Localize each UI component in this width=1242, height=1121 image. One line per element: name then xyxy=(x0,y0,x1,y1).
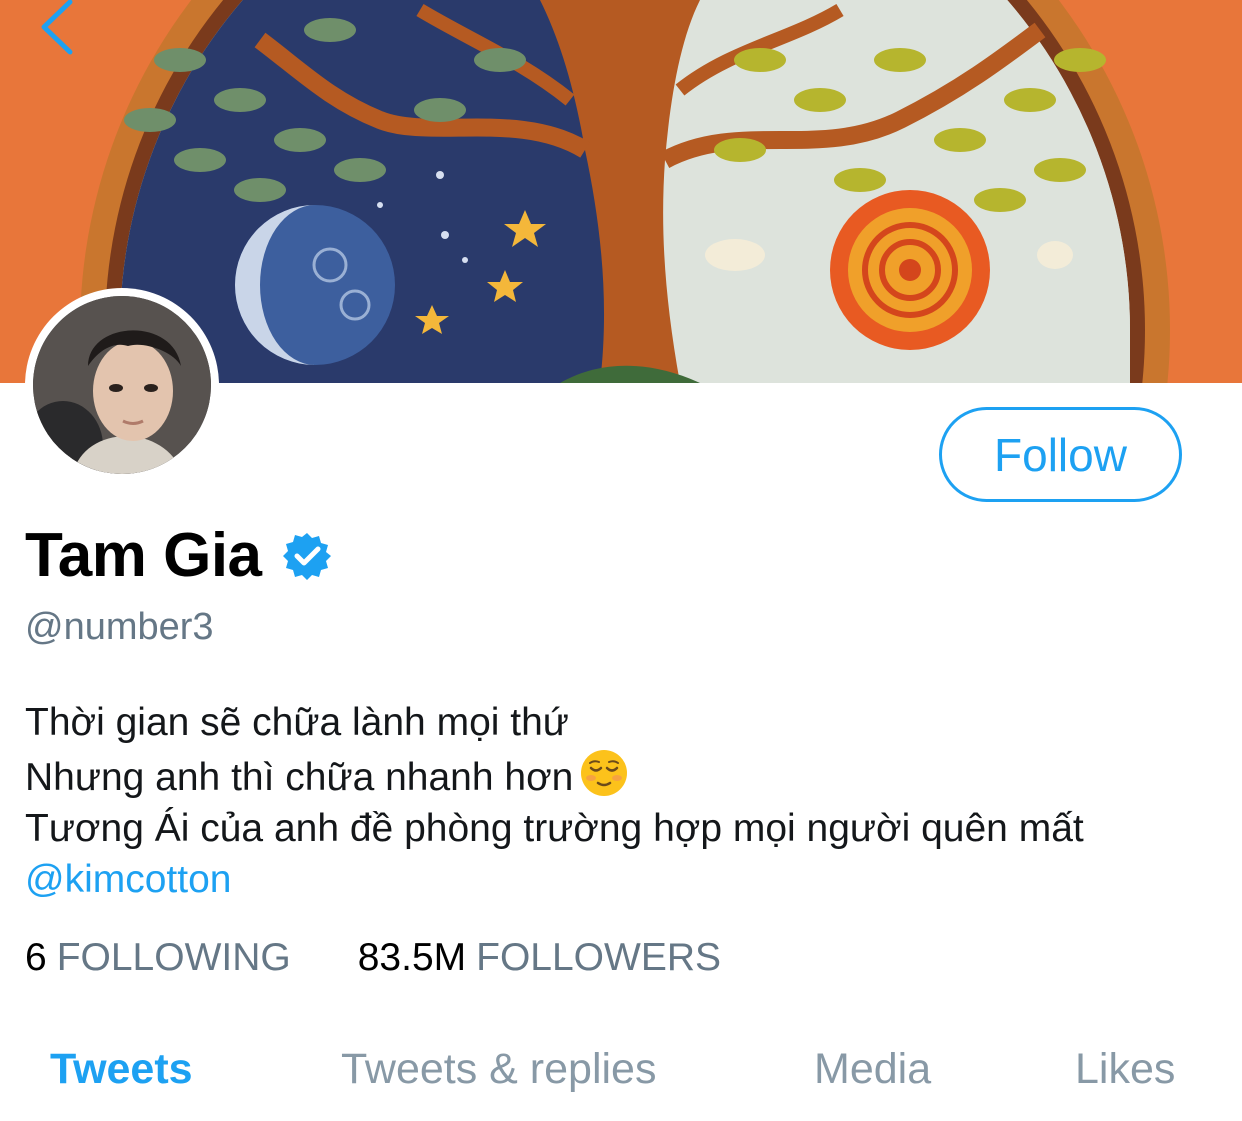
name-row: Tam Gia xyxy=(25,520,332,591)
followers-stat[interactable]: 83.5M FOLLOWERS xyxy=(358,936,721,980)
bio-line: Tương Ái của anh đề phòng trường hợp mọi… xyxy=(25,807,1084,850)
follow-stats: 6 FOLLOWING 83.5M FOLLOWERS xyxy=(25,936,721,980)
tab-tweets-and-replies[interactable]: Tweets & replies xyxy=(341,1045,656,1094)
following-count: 6 xyxy=(25,936,47,979)
profile-bio: Thời gian sẽ chữa lành mọi thứ Nhưng anh… xyxy=(25,697,1084,905)
bio-line: Thời gian sẽ chữa lành mọi thứ xyxy=(25,701,569,744)
mention-link[interactable]: @kimcotton xyxy=(25,858,231,901)
bio-line-text: Nhưng anh thì chữa nhanh hơn xyxy=(25,756,574,799)
following-stat[interactable]: 6 FOLLOWING xyxy=(25,936,291,980)
followers-count: 83.5M xyxy=(357,936,467,979)
follow-button[interactable]: Follow xyxy=(939,407,1182,502)
display-name: Tam Gia xyxy=(25,521,262,590)
bio-line-with-emoji: Nhưng anh thì chữa nhanh hơn xyxy=(25,748,1084,803)
user-handle: @number3 xyxy=(25,606,214,648)
tab-media[interactable]: Media xyxy=(814,1045,931,1094)
back-chevron-icon[interactable] xyxy=(30,0,90,60)
profile-tabs: Tweets Tweets & replies Media Likes xyxy=(0,1045,1242,1105)
avatar-photo xyxy=(33,296,211,474)
tab-tweets[interactable]: Tweets xyxy=(50,1045,193,1094)
followers-label: FOLLOWERS xyxy=(476,936,722,979)
verified-badge-icon xyxy=(282,532,331,580)
tab-likes[interactable]: Likes xyxy=(1075,1045,1175,1094)
following-label: FOLLOWING xyxy=(56,936,291,979)
profile-avatar[interactable] xyxy=(25,288,219,482)
relieved-face-emoji-icon xyxy=(581,750,628,796)
